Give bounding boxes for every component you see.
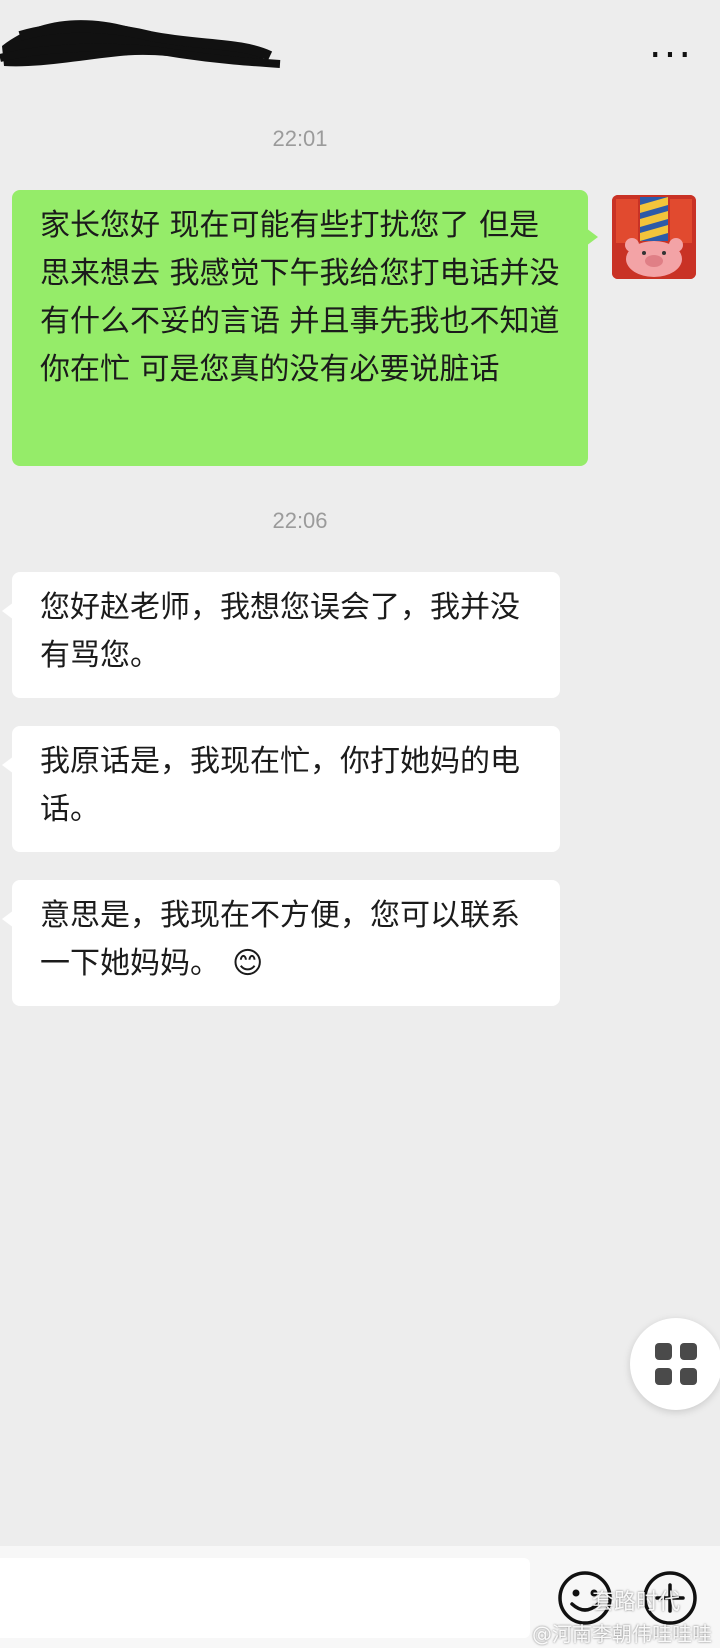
message-input[interactable] [0, 1558, 530, 1638]
sent-message-bubble[interactable]: 家长您好 现在可能有些打扰您了 但是思来想去 我感觉下午我给您打电话并没有什么不… [12, 190, 598, 466]
message-text: 我原话是，我现在忙，你打她妈的电话。 [40, 744, 520, 827]
more-dots-icon: ... [648, 21, 694, 67]
user-avatar[interactable] [612, 195, 696, 279]
message-text: 您好赵老师，我想您误会了，我并没有骂您。 [40, 590, 520, 673]
received-message-bubble[interactable]: 意思是，我现在不方便，您可以联系一下她妈妈。 😊 [2, 880, 560, 1006]
message-timestamp: 22:01 [272, 126, 328, 151]
avatar-image [612, 195, 696, 279]
message-text: 意思是，我现在不方便，您可以联系一下她妈妈。 [40, 898, 520, 981]
redacted-contact-name [0, 20, 281, 68]
message-text: 家长您好 现在可能有些打扰您了 但是思来想去 我感觉下午我给您打电话并没有什么不… [40, 208, 560, 387]
watermark-line-2: @河南李朝伟哇哇哇 [532, 1622, 712, 1646]
watermark-line-1: 套路时代 [591, 1590, 680, 1615]
chat-screen: ... 22:01 家长您好 现在可能有些打扰您了 但是思来想去 我感觉下午我给… [0, 0, 720, 1648]
received-message-bubble[interactable]: 您好赵老师，我想您误会了，我并没有骂您。 [2, 572, 560, 698]
chat-header: ... [0, 0, 720, 100]
smile-emoji-icon: 😊 [232, 946, 264, 981]
grid-menu-button[interactable] [630, 1318, 720, 1410]
received-message-bubble[interactable]: 我原话是，我现在忙，你打她妈的电话。 [2, 726, 560, 852]
more-options-button[interactable]: ... [648, 21, 694, 67]
message-timestamp: 22:06 [272, 508, 328, 533]
